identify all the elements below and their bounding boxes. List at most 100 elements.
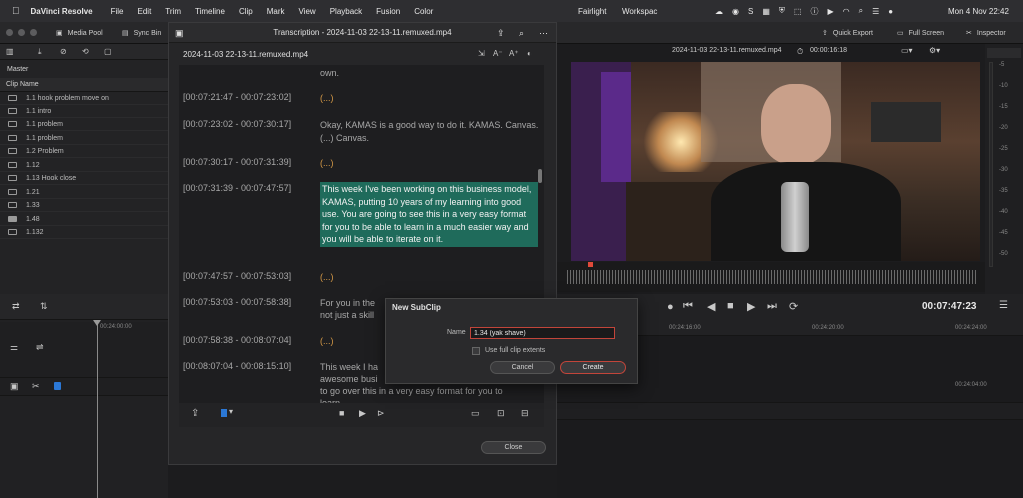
viewer-mode-icon[interactable]: ▭▾ bbox=[901, 46, 913, 55]
menu-file[interactable]: File bbox=[111, 7, 124, 16]
clip-row[interactable]: 1.33 bbox=[0, 199, 168, 212]
loop-icon[interactable]: ⟳ bbox=[789, 300, 798, 313]
menu-clip[interactable]: Clip bbox=[239, 7, 253, 16]
transcript-timestamp[interactable]: [00:08:07:04 - 00:08:15:10] bbox=[183, 361, 291, 371]
sync-icon[interactable]: ◉ bbox=[732, 7, 739, 16]
transcript-timestamp[interactable]: [00:07:53:03 - 00:07:58:38] bbox=[183, 297, 291, 307]
audio-track-header[interactable]: ▣ ✂ bbox=[0, 378, 168, 396]
transcript-timestamp[interactable]: [00:07:31:39 - 00:07:47:57] bbox=[183, 183, 291, 193]
share-icon[interactable]: ⇪ bbox=[497, 23, 505, 43]
play-reverse-icon[interactable]: ◀ bbox=[707, 300, 715, 313]
transcript-timestamp[interactable]: [00:07:23:02 - 00:07:30:17] bbox=[183, 119, 291, 129]
transcript-silence[interactable]: (...) bbox=[320, 271, 540, 284]
transcript-text[interactable]: own. bbox=[320, 67, 540, 80]
menu-app[interactable]: DaVinci Resolve bbox=[31, 7, 93, 16]
master-bin-header[interactable]: Master bbox=[7, 66, 28, 73]
video-track-header[interactable]: ⚌ ⇌ bbox=[0, 322, 168, 378]
search-icon[interactable]: ⌕ bbox=[519, 23, 524, 43]
stop-icon[interactable]: ■ bbox=[727, 300, 734, 312]
audio-waveform[interactable] bbox=[557, 262, 985, 292]
media-pool-button[interactable]: ▣ Media Pool bbox=[56, 22, 103, 44]
menu-edit[interactable]: Edit bbox=[138, 7, 152, 16]
transcript-timestamp[interactable]: [00:07:58:38 - 00:08:07:04] bbox=[183, 335, 291, 345]
clip-row[interactable]: 1.1 hook problem move on bbox=[0, 92, 168, 105]
clip-row[interactable]: 1.12 bbox=[0, 159, 168, 172]
menu-view[interactable]: View bbox=[299, 7, 316, 16]
track-video-icon[interactable]: ▣ bbox=[10, 381, 19, 392]
settings-icon[interactable]: ⚙▾ bbox=[929, 46, 940, 55]
full-extents-checkbox[interactable] bbox=[472, 347, 480, 355]
flag-icon[interactable] bbox=[221, 409, 227, 417]
clip-row[interactable]: 1.1 problem bbox=[0, 118, 168, 131]
window-zoom-button[interactable] bbox=[30, 29, 37, 36]
jog-icon[interactable]: ● bbox=[667, 301, 674, 313]
import-icon[interactable]: ⤓ bbox=[38, 47, 42, 57]
menu-fairlight[interactable]: Fairlight bbox=[578, 0, 606, 22]
more-icon[interactable]: ⋯ bbox=[539, 23, 548, 43]
sync-bin-button[interactable]: ▤ Sync Bin bbox=[122, 22, 161, 44]
window-close-button[interactable] bbox=[6, 29, 13, 36]
transcript-silence[interactable]: (...) bbox=[320, 92, 540, 105]
transcript-silence[interactable]: (...) bbox=[320, 157, 540, 170]
clip-row[interactable]: 1.1 intro bbox=[0, 105, 168, 118]
menu-trim[interactable]: Trim bbox=[165, 7, 181, 16]
cursor-icon[interactable]: ⬚ bbox=[794, 7, 802, 16]
menu-color[interactable]: Color bbox=[414, 7, 433, 16]
clip-row[interactable]: 1.1 problem bbox=[0, 132, 168, 145]
skip-back-icon[interactable]: ⏮ bbox=[683, 300, 693, 313]
insert-clip-icon[interactable]: ⇪ bbox=[191, 408, 199, 419]
playhead-marker[interactable] bbox=[588, 262, 593, 267]
append-icon[interactable]: ▭ bbox=[471, 408, 480, 419]
shield-icon[interactable]: ⛨ bbox=[779, 6, 785, 16]
chevron-down-icon[interactable]: ▾ bbox=[229, 407, 233, 416]
snap-icon[interactable]: ⇄ bbox=[12, 301, 20, 312]
column-header[interactable]: Clip Name bbox=[0, 78, 168, 92]
user-icon[interactable]: ● bbox=[888, 7, 893, 16]
view-toggle-icon[interactable]: ▥ bbox=[6, 47, 14, 56]
relink-icon[interactable]: ⟲ bbox=[82, 47, 89, 56]
stop-icon[interactable]: ■ bbox=[339, 408, 344, 418]
play-around-icon[interactable]: ⊳ bbox=[377, 408, 385, 419]
quick-export-button[interactable]: ⇪ Quick Export bbox=[822, 22, 873, 44]
play-icon[interactable]: ▶ bbox=[747, 300, 755, 313]
cloud-icon[interactable]: ☁ bbox=[715, 7, 723, 16]
theme-icon[interactable]: ◐ bbox=[527, 49, 532, 58]
wifi-icon[interactable]: ◠ bbox=[843, 7, 850, 16]
flag-icon[interactable] bbox=[54, 382, 61, 390]
s-icon[interactable]: S bbox=[748, 7, 753, 16]
skip-forward-icon[interactable]: ⏭ bbox=[767, 300, 777, 313]
clip-row[interactable]: 1.132 bbox=[0, 226, 168, 239]
inspector-button[interactable]: ✂ Inspector bbox=[966, 22, 1006, 44]
transcription-titlebar[interactable]: ▣ Transcription - 2024-11-03 22-13-11.re… bbox=[169, 23, 556, 43]
apple-icon[interactable]:  bbox=[12, 6, 20, 17]
full-screen-button[interactable]: ▭ Full Screen bbox=[897, 22, 944, 44]
menu-fusion[interactable]: Fusion bbox=[376, 7, 400, 16]
clip-row[interactable]: 1.2 Problem bbox=[0, 145, 168, 158]
menu-mark[interactable]: Mark bbox=[267, 7, 285, 16]
window-minimize-button[interactable] bbox=[18, 29, 25, 36]
name-input[interactable] bbox=[470, 327, 615, 339]
auto-scroll-icon[interactable]: ⇲ bbox=[478, 49, 485, 58]
transcript-timestamp[interactable]: [00:07:47:57 - 00:07:53:03] bbox=[183, 271, 291, 281]
link-clips-icon[interactable]: ⇅ bbox=[40, 301, 48, 312]
create-button[interactable]: Create bbox=[560, 361, 626, 374]
menu-workspace[interactable]: Workspac bbox=[622, 0, 657, 22]
track-lock-icon[interactable]: ⇌ bbox=[36, 342, 44, 353]
transcript-text[interactable]: Okay, KAMAS is a good way to do it. KAMA… bbox=[320, 119, 540, 144]
control-center-icon[interactable]: ☰ bbox=[872, 7, 879, 16]
play-icon[interactable]: ▶ bbox=[359, 408, 366, 419]
transcript-text[interactable]: to go over this in a very easy format fo… bbox=[320, 385, 540, 398]
grid-icon[interactable]: ▦ bbox=[762, 7, 770, 16]
play-icon[interactable]: ▶ bbox=[827, 7, 833, 16]
search-icon[interactable]: ⌕ bbox=[859, 6, 863, 16]
font-larger-icon[interactable]: A⁺ bbox=[509, 49, 519, 58]
link-icon[interactable]: ⊘ bbox=[60, 47, 67, 56]
transcript-timestamp[interactable]: [00:07:30:17 - 00:07:31:39] bbox=[183, 157, 291, 167]
menu-timeline[interactable]: Timeline bbox=[195, 7, 225, 16]
close-button[interactable]: Close bbox=[481, 441, 546, 454]
insert-icon[interactable]: ⊡ bbox=[497, 408, 505, 419]
cancel-button[interactable]: Cancel bbox=[490, 361, 555, 374]
menu-playback[interactable]: Playback bbox=[330, 7, 362, 16]
track-tools-icon[interactable]: ⚌ bbox=[10, 342, 18, 353]
audio-track[interactable] bbox=[557, 402, 1023, 420]
